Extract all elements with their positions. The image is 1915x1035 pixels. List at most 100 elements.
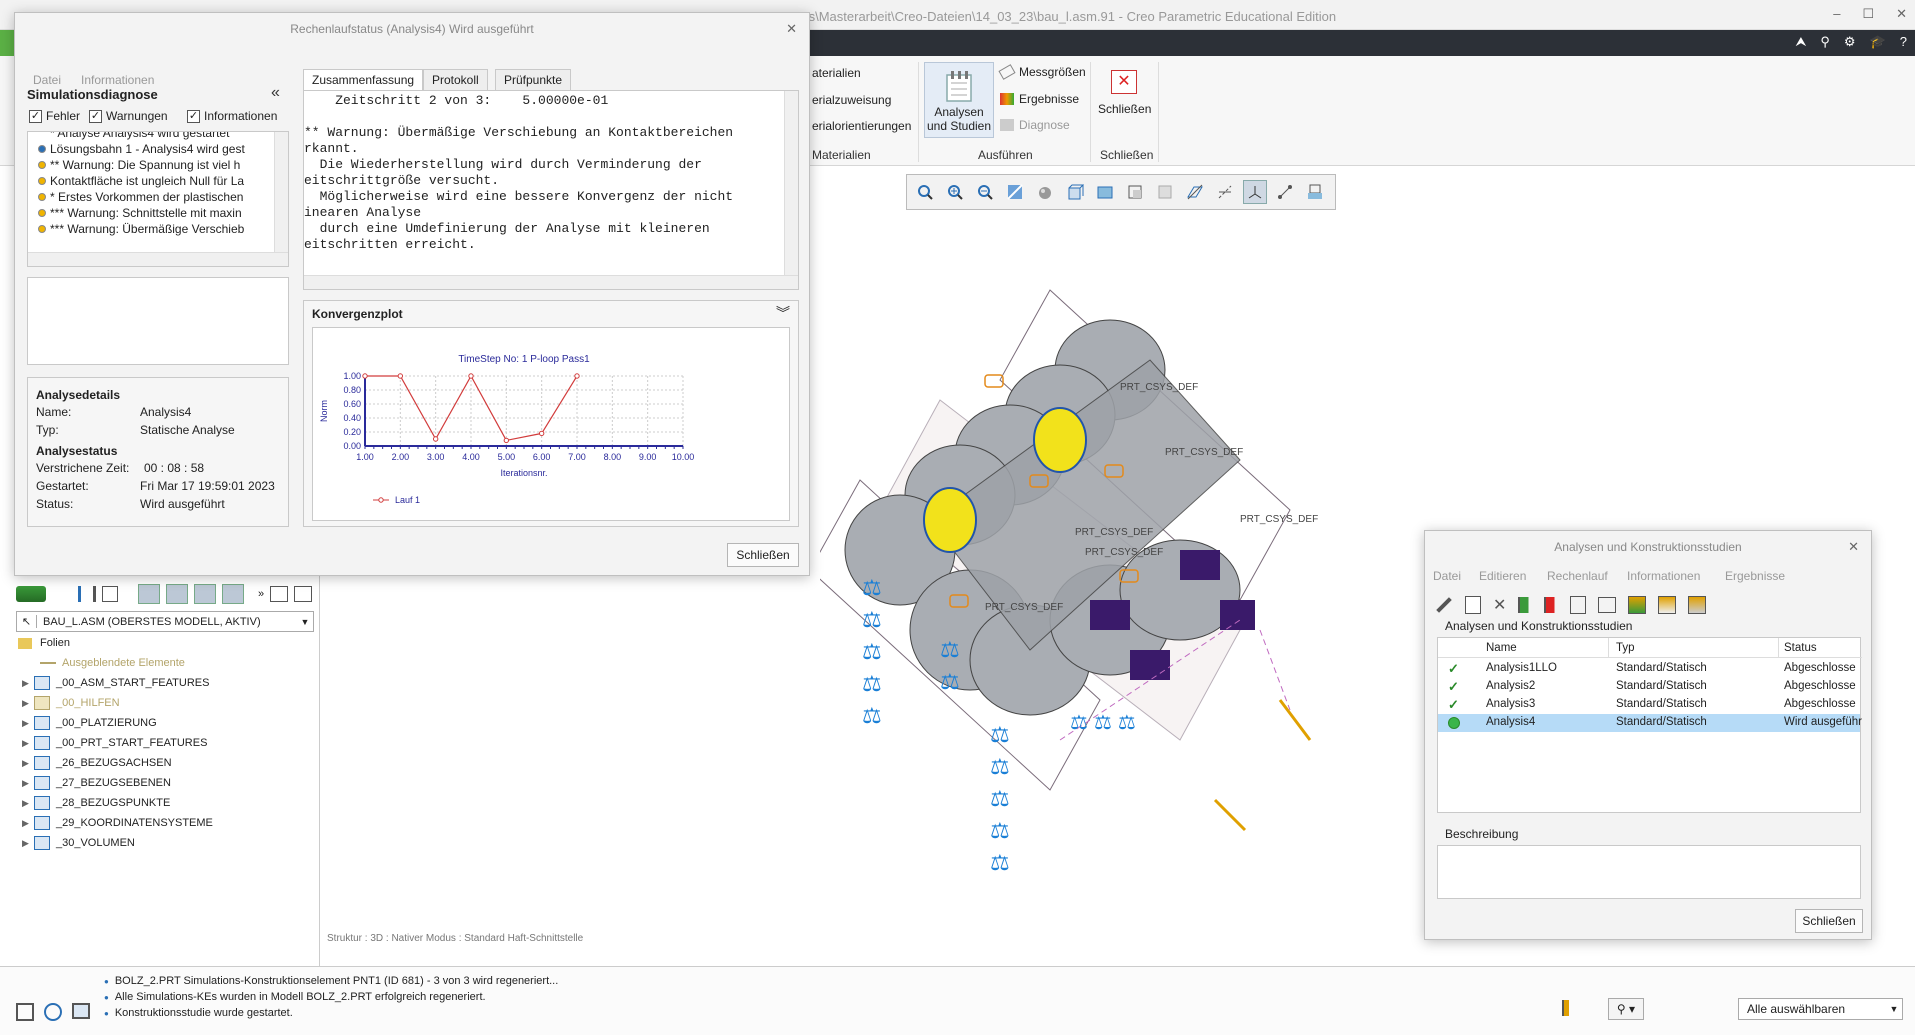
zoom-in-icon[interactable]	[943, 180, 967, 204]
expand-arrow-icon[interactable]: ▶	[22, 758, 34, 769]
datum-planes-icon[interactable]	[1183, 180, 1207, 204]
layers-icon[interactable]	[16, 586, 46, 602]
model-dropdown[interactable]: ↖ BAU_L.ASM (OBERSTES MODELL, AKTIV) ▼	[16, 611, 314, 632]
col-status[interactable]: Status	[1784, 642, 1817, 654]
diag-item[interactable]: * Erstes Vorkommen der plastischen	[38, 190, 243, 204]
minimize-button[interactable]: –	[1833, 6, 1840, 22]
hat-icon[interactable]: 🎓	[1870, 34, 1886, 50]
up-arrow-icon[interactable]: ⮝	[1795, 34, 1806, 50]
help-icon[interactable]: ?	[1900, 34, 1907, 50]
tab-zusammenfassung[interactable]: Zusammenfassung	[303, 69, 424, 91]
table-row[interactable]: Analysis4 Standard/Statisch Wird ausgeführ	[1438, 714, 1862, 732]
datum-csys-icon[interactable]	[1243, 180, 1267, 204]
run-dialog-close-icon[interactable]: ✕	[786, 21, 797, 37]
view-manager-icon[interactable]	[1093, 180, 1117, 204]
tree-item[interactable]: ▶ _00_PRT_START_FEATURES	[22, 734, 207, 752]
expand-arrow-icon[interactable]: ▶	[22, 738, 34, 749]
edit-icon[interactable]	[1436, 597, 1452, 613]
menu-informationen[interactable]: Informationen	[81, 73, 154, 87]
tree-view-icon-2[interactable]	[166, 584, 188, 604]
browser-icon[interactable]	[44, 1003, 62, 1021]
tree-show-icon[interactable]	[294, 586, 313, 602]
expand-arrow-icon[interactable]: ▶	[22, 818, 34, 829]
results-window2-icon[interactable]	[1658, 596, 1677, 614]
tree-item[interactable]: ▶ _29_KOORDINATENSYSTEME	[22, 814, 213, 832]
gear-icon[interactable]: ⚙	[1844, 34, 1856, 50]
tree-settings-icon[interactable]	[270, 586, 289, 602]
diag-item[interactable]: *** Warnung: Übermäßige Verschieb	[38, 222, 244, 236]
tree-hidden[interactable]: Ausgeblendete Elemente	[40, 654, 185, 672]
filter-informationen[interactable]: ✓ Informationen	[187, 109, 277, 123]
fullscreen-icon[interactable]	[72, 1003, 90, 1019]
search-icon[interactable]: ⚲	[1820, 34, 1830, 50]
datum-points-icon[interactable]	[1273, 180, 1297, 204]
expand-arrow-icon[interactable]: ▶	[22, 718, 34, 729]
ergebnisse-button[interactable]: Ergebnisse	[1000, 92, 1079, 106]
analysen-studien-button[interactable]: Analysen und Studien	[924, 62, 994, 138]
diag-item[interactable]: * Analyse Analysis4 wird gestartet	[38, 132, 229, 140]
ribbon-materialorientierungen[interactable]: erialorientierungen	[812, 119, 911, 133]
log-vscrollbar[interactable]	[784, 91, 798, 277]
copy-icon[interactable]	[1465, 596, 1481, 614]
tree-view-icon-1[interactable]	[138, 584, 160, 604]
collapse-icon[interactable]: «	[271, 84, 280, 102]
saved-views-icon[interactable]	[1063, 180, 1087, 204]
annotation-icon[interactable]	[1303, 180, 1327, 204]
tree-item[interactable]: ▶ _00_PLATZIERUNG	[22, 714, 157, 732]
studies-menu-datei[interactable]: Datei	[1433, 569, 1461, 583]
studies-dialog-close-icon[interactable]: ✕	[1848, 539, 1859, 555]
delete-icon[interactable]: ✕	[1493, 595, 1506, 615]
datum-axes-icon[interactable]	[1213, 180, 1237, 204]
flag-icon[interactable]	[1562, 1000, 1572, 1016]
diag-list[interactable]: * Analyse Analysis4 wird gestartet Lösung…	[27, 131, 289, 267]
studies-menu-rechenlauf[interactable]: Rechenlauf	[1547, 569, 1608, 583]
summary-log[interactable]: Zeitschritt 2 von 3: 5.00000e-01 ** Warnu…	[303, 90, 799, 290]
tree-view-icon-3[interactable]	[194, 584, 216, 604]
display-style-icon[interactable]	[1033, 180, 1057, 204]
tab-pruefpunkte[interactable]: Prüfpunkte	[495, 69, 572, 91]
section-icon[interactable]	[1153, 180, 1177, 204]
model-tree-toggle-icon[interactable]	[16, 1003, 34, 1021]
zoom-out-icon[interactable]	[973, 180, 997, 204]
run-dialog-close-button[interactable]: Schließen	[727, 543, 799, 567]
col-name[interactable]: Name	[1486, 642, 1517, 654]
tree-item[interactable]: ▶ _28_BEZUGSPUNKTE	[22, 794, 170, 812]
expand-arrow-icon[interactable]: ▶	[22, 778, 34, 789]
tree-item[interactable]: ▶ _00_HILFEN	[22, 694, 120, 712]
tree-item[interactable]: ▶ _30_VOLUMEN	[22, 834, 135, 852]
tree-folien[interactable]: Folien	[18, 634, 70, 652]
messgroessen-button[interactable]: Messgrößen	[998, 64, 1086, 80]
maximize-button[interactable]: ☐	[1862, 6, 1874, 22]
status-icon[interactable]	[1570, 596, 1587, 614]
log-hscrollbar[interactable]	[304, 275, 798, 289]
diag-vscrollbar[interactable]	[274, 132, 288, 252]
find-icon[interactable]: ⚲ ▾	[1608, 998, 1644, 1020]
studies-close-button[interactable]: Schließen	[1795, 909, 1863, 933]
tree-filter-icon[interactable]	[78, 586, 96, 602]
expand-arrow-icon[interactable]: ▶	[22, 678, 34, 689]
col-type[interactable]: Typ	[1616, 642, 1635, 654]
ribbon-materialien[interactable]: aterialien	[812, 66, 861, 80]
diag-item[interactable]: Lösungsbahn 1 - Analysis4 wird gest	[38, 142, 245, 156]
diag-item[interactable]: *** Warnung: Schnittstelle mit maxin	[38, 206, 242, 220]
selection-filter-dropdown[interactable]: Alle auswählbaren ▼	[1738, 998, 1903, 1020]
table-row[interactable]: ✓ Analysis3 Standard/Statisch Abgeschlosse	[1438, 696, 1860, 714]
results-window-icon[interactable]	[1628, 596, 1647, 614]
stop-flag-icon[interactable]	[1544, 597, 1559, 613]
studies-menu-ergebnisse[interactable]: Ergebnisse	[1725, 569, 1785, 583]
table-row[interactable]: ✓ Analysis2 Standard/Statisch Abgeschlosse	[1438, 678, 1860, 696]
diag-item[interactable]: Kontaktfläche ist ungleich Null für La	[38, 174, 244, 188]
collapse-chevron-icon[interactable]: ︾	[776, 303, 790, 323]
tree-view-icon-4[interactable]	[222, 584, 244, 604]
schliessen-ribbon-button[interactable]: ✕ Schließen	[1098, 66, 1151, 116]
expand-arrow-icon[interactable]: ▶	[22, 798, 34, 809]
more-icon[interactable]: »	[258, 588, 264, 600]
results-window3-icon[interactable]	[1688, 596, 1707, 614]
tree-item[interactable]: ▶ _00_ASM_START_FEATURES	[22, 674, 209, 692]
diag-hscrollbar[interactable]	[28, 252, 288, 266]
info-icon[interactable]	[1598, 597, 1617, 613]
tree-item[interactable]: ▶ _27_BEZUGSEBENEN	[22, 774, 171, 792]
table-row[interactable]: ✓ Analysis1LLO Standard/Statisch Abgeschlos…	[1438, 660, 1860, 678]
start-flag-icon[interactable]	[1518, 597, 1533, 613]
description-field[interactable]	[1437, 845, 1861, 899]
